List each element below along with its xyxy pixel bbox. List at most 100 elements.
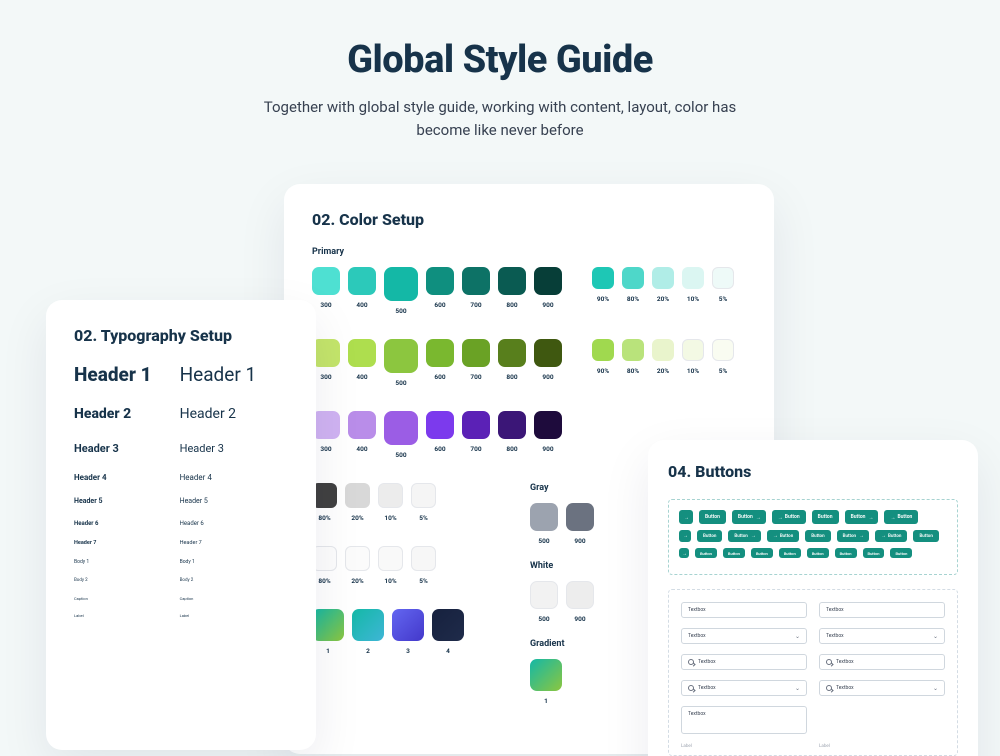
swatch bbox=[566, 581, 594, 609]
swatch bbox=[592, 339, 614, 361]
select-with-icon[interactable]: Textbox⌄ bbox=[681, 680, 807, 696]
swatch-gradient bbox=[312, 609, 344, 641]
arrow-right-icon bbox=[682, 551, 686, 555]
user-icon bbox=[826, 685, 832, 691]
button[interactable]: Button bbox=[699, 510, 726, 524]
typo-col-bold: Header 1 Header 2 Header 3 Header 4 Head… bbox=[74, 363, 152, 618]
arrow-right-icon bbox=[881, 534, 885, 538]
button-leading-icon[interactable]: Button bbox=[767, 530, 799, 542]
arrow-right-icon bbox=[868, 515, 872, 519]
sample-h1: Header 1 bbox=[74, 363, 152, 386]
typo-col-light: Header 1 Header 2 Header 3 Header 4 Head… bbox=[180, 363, 257, 618]
icon-button[interactable] bbox=[679, 548, 689, 558]
primary-label: Primary bbox=[312, 247, 746, 257]
swatch bbox=[348, 339, 376, 367]
swatch bbox=[462, 267, 490, 295]
sample-h5-light: Header 5 bbox=[180, 497, 257, 505]
button[interactable]: Button bbox=[863, 548, 885, 558]
sample-body1: Body 1 bbox=[74, 559, 152, 565]
sample-h7-light: Header 7 bbox=[180, 540, 257, 546]
gray-label: Gray bbox=[530, 483, 594, 493]
arrow-right-icon bbox=[859, 534, 863, 538]
button[interactable]: Button bbox=[697, 530, 722, 542]
buttons-showcase: Button Button Button Button Button Butto… bbox=[668, 499, 958, 575]
cards-canvas: 02. Color Setup Primary 300 400 500 600 … bbox=[0, 170, 1000, 756]
button[interactable]: Button bbox=[695, 548, 717, 558]
chevron-down-icon: ⌄ bbox=[933, 633, 938, 640]
select[interactable]: Textbox⌄ bbox=[681, 628, 807, 644]
swatch bbox=[426, 267, 454, 295]
swatch bbox=[378, 483, 403, 508]
sample-h6-light: Header 6 bbox=[180, 520, 257, 527]
swatch bbox=[622, 267, 644, 289]
green-scale-row: 300 400 500 600 700 800 900 90% 80% 20% … bbox=[312, 339, 746, 387]
arrow-right-icon bbox=[773, 534, 777, 538]
sample-label: Label bbox=[74, 613, 152, 618]
button-leading-icon[interactable]: Button bbox=[884, 510, 918, 524]
sample-caption-light: Caption bbox=[180, 596, 257, 601]
swatch bbox=[312, 411, 340, 439]
textbox-with-icon[interactable]: Textbox bbox=[681, 654, 807, 670]
arrow-right-icon bbox=[683, 534, 687, 538]
gradient-label: Gradient bbox=[530, 639, 594, 649]
sample-caption: Caption bbox=[74, 596, 152, 601]
button[interactable]: Button bbox=[779, 548, 801, 558]
sample-h3-light: Header 3 bbox=[180, 442, 257, 455]
white-alpha-row: 80% 20% 10% 5% bbox=[312, 546, 464, 585]
arrow-right-icon bbox=[756, 515, 760, 519]
textbox-with-icon[interactable]: Textbox bbox=[819, 654, 945, 670]
sample-h4-light: Header 4 bbox=[180, 473, 257, 482]
swatch bbox=[384, 267, 418, 301]
swatch bbox=[652, 339, 674, 361]
swatch bbox=[411, 546, 436, 571]
arrow-right-icon bbox=[751, 534, 755, 538]
swatch bbox=[534, 339, 562, 367]
swatch bbox=[348, 411, 376, 439]
chevron-down-icon: ⌄ bbox=[933, 685, 938, 692]
gradient-row: 1 2 3 4 bbox=[312, 609, 464, 655]
icon-button[interactable] bbox=[679, 510, 693, 524]
user-icon bbox=[826, 659, 832, 665]
chevron-down-icon: ⌄ bbox=[795, 633, 800, 640]
swatch bbox=[384, 411, 418, 445]
hero: Global Style Guide Together with global … bbox=[0, 0, 1000, 141]
button[interactable]: Button bbox=[805, 530, 830, 542]
swatch bbox=[622, 339, 644, 361]
textbox[interactable]: Textbox bbox=[681, 602, 807, 618]
swatch bbox=[411, 483, 436, 508]
button[interactable]: Button bbox=[751, 548, 773, 558]
swatch bbox=[712, 267, 734, 289]
button-trailing-icon[interactable]: Button bbox=[845, 510, 879, 524]
button[interactable]: Button bbox=[913, 530, 938, 542]
button-leading-icon[interactable]: Button bbox=[875, 530, 907, 542]
button-leading-icon[interactable]: Button bbox=[772, 510, 806, 524]
button-trailing-icon[interactable]: Button bbox=[728, 530, 760, 542]
swatch bbox=[348, 267, 376, 295]
swatch bbox=[384, 339, 418, 373]
swatch bbox=[498, 267, 526, 295]
select-with-icon[interactable]: Textbox⌄ bbox=[819, 680, 945, 696]
swatch bbox=[345, 483, 370, 508]
button[interactable]: Button bbox=[890, 548, 912, 558]
swatch bbox=[462, 411, 490, 439]
button-trailing-icon[interactable]: Button bbox=[732, 510, 766, 524]
button[interactable]: Button bbox=[723, 548, 745, 558]
button[interactable]: Button bbox=[812, 510, 839, 524]
select[interactable]: Textbox⌄ bbox=[819, 628, 945, 644]
textarea[interactable]: Textbox bbox=[681, 706, 807, 734]
swatch bbox=[592, 267, 614, 289]
sample-h3: Header 3 bbox=[74, 442, 152, 455]
chevron-down-icon: ⌄ bbox=[795, 685, 800, 692]
swatch bbox=[652, 267, 674, 289]
icon-button[interactable] bbox=[679, 530, 691, 542]
user-icon bbox=[688, 659, 694, 665]
textbox[interactable]: Textbox bbox=[819, 602, 945, 618]
form-showcase: Textbox Textbox⌄ Textbox Textbox⌄ Textbo… bbox=[668, 589, 958, 756]
typography-heading: 02. Typography Setup bbox=[74, 326, 288, 345]
button[interactable]: Button bbox=[807, 548, 829, 558]
swatch bbox=[682, 339, 704, 361]
sample-h5: Header 5 bbox=[74, 497, 152, 505]
swatch-gradient bbox=[530, 659, 562, 691]
button[interactable]: Button bbox=[835, 548, 857, 558]
button-trailing-icon[interactable]: Button bbox=[837, 530, 869, 542]
